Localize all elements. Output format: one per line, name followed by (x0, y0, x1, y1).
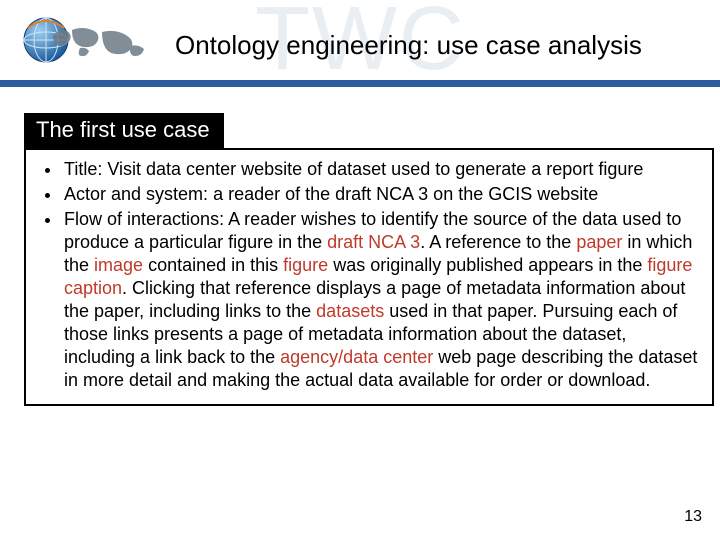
list-item: Title: Visit data center website of data… (62, 158, 702, 181)
bullet-text: Visit data center website of dataset use… (107, 159, 643, 179)
bullet-prefix: Actor and system: (64, 184, 213, 204)
list-item: Actor and system: a reader of the draft … (62, 183, 702, 206)
slide: TWC (0, 0, 720, 540)
bullet-prefix: Title: (64, 159, 107, 179)
bullet-text: a reader of the draft NCA 3 on the GCIS … (213, 184, 598, 204)
bullet-prefix: Flow of interactions: (64, 209, 228, 229)
highlight-term: figure (283, 255, 328, 275)
bullet-list: Title: Visit data center website of data… (36, 158, 702, 392)
bullet-text: contained in this (143, 255, 283, 275)
highlight-term: image (94, 255, 143, 275)
world-map-icon (50, 24, 150, 62)
header: Ontology engineering: use case analysis (0, 0, 720, 82)
highlight-term: agency/data center (280, 347, 433, 367)
list-item: Flow of interactions: A reader wishes to… (62, 208, 702, 392)
section-heading: The first use case (24, 113, 224, 149)
content-box: Title: Visit data center website of data… (24, 148, 714, 406)
highlight-term: datasets (316, 301, 384, 321)
bullet-text: was originally published appears in the (328, 255, 647, 275)
slide-title: Ontology engineering: use case analysis (175, 30, 642, 61)
bullet-text: . A reference to the (420, 232, 576, 252)
highlight-term: paper (576, 232, 622, 252)
highlight-term: draft NCA 3 (327, 232, 420, 252)
page-number: 13 (684, 508, 702, 526)
org-logo (20, 14, 150, 70)
